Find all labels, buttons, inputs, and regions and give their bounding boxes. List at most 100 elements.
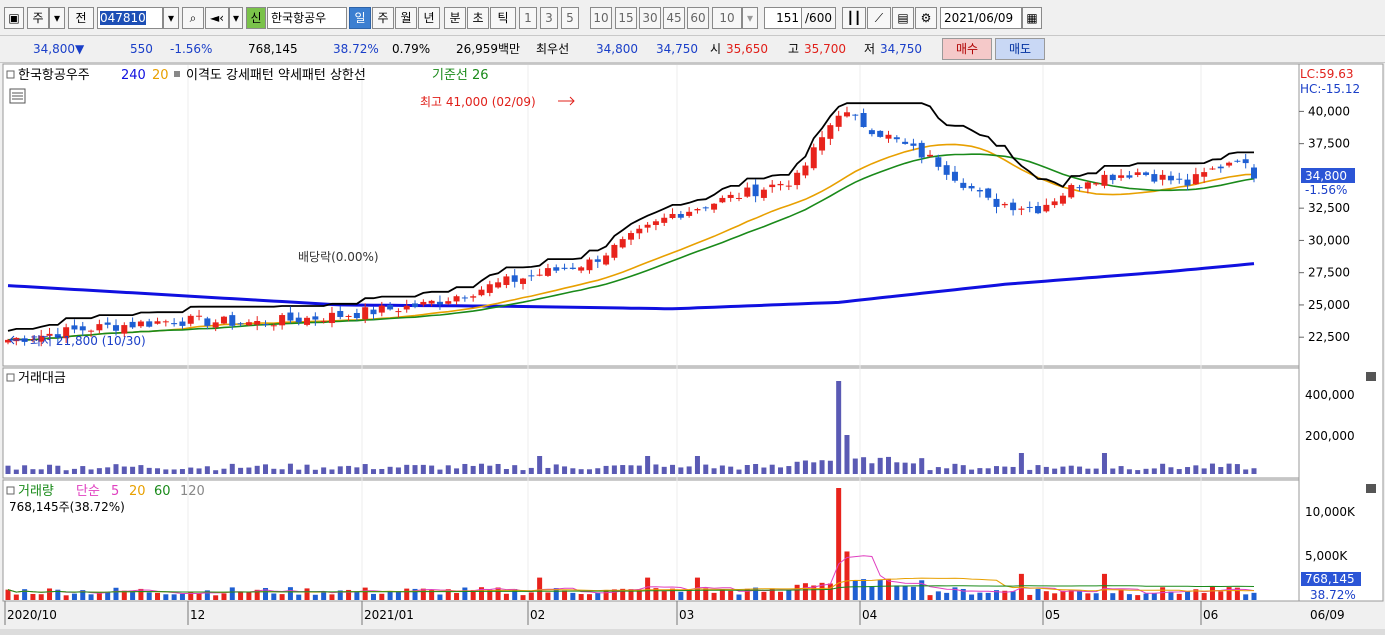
volume-bar <box>71 593 77 600</box>
period-month-tab[interactable]: 월 <box>395 7 417 29</box>
candle-body <box>461 297 468 299</box>
amount-bar <box>877 457 883 474</box>
stock-code-dropdown-icon[interactable]: ▾ <box>163 7 179 29</box>
calculator-icon[interactable] <box>9 88 26 104</box>
candle-body <box>337 310 344 317</box>
ma20-legend: 20 <box>152 68 169 83</box>
prev-button[interactable]: 전 <box>68 7 94 29</box>
period-week-tab[interactable]: 주 <box>372 7 394 29</box>
candle-add-icon[interactable]: ┃┃ <box>842 7 866 29</box>
volume-bar <box>1218 591 1224 600</box>
volume-bar <box>196 593 202 600</box>
sound-icon[interactable]: ◄‹ <box>205 7 229 29</box>
amount-bar <box>221 468 227 474</box>
amount-bar <box>786 466 792 474</box>
candle-body <box>1001 203 1008 206</box>
gear-icon[interactable]: ⚙ <box>915 7 937 29</box>
interval-1-button[interactable]: 1 <box>519 7 537 29</box>
amount-bar <box>80 466 86 474</box>
amount-bar <box>578 469 584 474</box>
amount-bar <box>678 467 684 474</box>
amount-bar <box>1168 467 1174 474</box>
candle-body <box>544 268 551 276</box>
buy-button[interactable]: 매수 <box>942 38 992 60</box>
trendline-icon[interactable]: ⟋ <box>867 7 891 29</box>
interval-15-button[interactable]: 15 <box>615 7 637 29</box>
x-tick-label: 2021/01 <box>364 608 414 622</box>
interval-60-button[interactable]: 60 <box>687 7 709 29</box>
period-tick-tab[interactable]: 틱 <box>490 7 516 29</box>
interval-30-button[interactable]: 30 <box>639 7 661 29</box>
volume-bar <box>362 587 368 600</box>
interval-10-button[interactable]: 10 <box>590 7 612 29</box>
candle-body <box>428 300 435 304</box>
amount-bar <box>487 465 493 474</box>
volume-bar <box>910 586 916 600</box>
candle-body <box>453 296 460 302</box>
market-mode-button[interactable]: 주 <box>27 7 49 29</box>
amount-bar <box>952 463 958 474</box>
amount-bar <box>296 469 302 474</box>
period-day-tab[interactable]: 일 <box>349 7 371 29</box>
interval-3-button[interactable]: 3 <box>540 7 558 29</box>
interval-45-button[interactable]: 45 <box>663 7 685 29</box>
candle-body <box>270 325 277 327</box>
high-marker-label: 최고 41,000 (02/09) <box>420 95 536 109</box>
candle-body <box>96 324 103 331</box>
amount-bar <box>728 466 734 474</box>
amount-bar <box>836 381 842 474</box>
volume-bar <box>1085 593 1091 600</box>
amount-panel-close-icon[interactable] <box>1366 372 1376 381</box>
amount-bar <box>163 469 169 474</box>
candle-body <box>603 255 610 265</box>
stock-code-input[interactable]: 047810 <box>97 7 163 29</box>
candle-body <box>985 188 992 198</box>
candle-body <box>129 321 136 328</box>
candle-body <box>1076 187 1083 189</box>
interval-custom-input[interactable]: 10 <box>712 7 742 29</box>
indicator-legend: 이격도 강세패턴 약세패턴 상한선 <box>186 68 366 83</box>
period-minute-tab[interactable]: 분 <box>444 7 466 29</box>
x-axis: 2020/10 12 2021/01 02 03 04 05 06 06/09 <box>4 601 1345 625</box>
volume-bar <box>329 594 335 600</box>
date-input[interactable]: 2021/06/09 <box>940 7 1022 29</box>
candle-body <box>569 267 576 269</box>
sell-button[interactable]: 매도 <box>995 38 1045 60</box>
amount-bar <box>96 468 102 474</box>
amount-bar <box>179 469 185 474</box>
interval-dropdown-icon[interactable]: ▾ <box>742 7 758 29</box>
volume-bar <box>370 593 376 600</box>
calendar-icon[interactable]: ▦ <box>1022 7 1042 29</box>
window-menu-icon[interactable]: ▣ <box>4 7 24 29</box>
interval-5-button[interactable]: 5 <box>561 7 579 29</box>
period-year-tab[interactable]: 년 <box>418 7 440 29</box>
stock-name-field[interactable]: 한국항공우 <box>267 7 347 29</box>
amount-bar <box>736 469 742 474</box>
candle-body <box>262 324 269 326</box>
amount-bar <box>1035 465 1041 474</box>
sound-dropdown-icon[interactable]: ▾ <box>229 7 243 29</box>
amount-bar <box>229 463 235 474</box>
amount-bar <box>238 467 244 474</box>
volume-bar <box>686 590 692 600</box>
volume-panel-close-icon[interactable] <box>1366 484 1376 493</box>
save-icon[interactable]: ▤ <box>892 7 914 29</box>
candle-body <box>976 189 983 192</box>
candle-body <box>112 325 119 331</box>
amount-bar <box>620 465 626 474</box>
amount-bar <box>47 464 53 474</box>
x-tick-label: 12 <box>190 608 205 622</box>
search-icon[interactable]: ⌕ <box>182 7 204 29</box>
period-second-tab[interactable]: 초 <box>467 7 489 29</box>
horizontal-scrollbar[interactable] <box>0 629 1385 635</box>
market-mode-dropdown-icon[interactable]: ▾ <box>49 7 65 29</box>
candle-body <box>295 317 302 323</box>
amount-bar <box>113 464 119 474</box>
volume-tick-10000k: 10,000K <box>1305 505 1356 519</box>
stock-chart[interactable]: 한국항공우주 240 20 이격도 강세패턴 약세패턴 상한선 기준선 26 L… <box>0 63 1385 635</box>
amount-bar <box>38 469 44 474</box>
count-input[interactable]: 151 <box>764 7 802 29</box>
amount-bar <box>146 467 152 474</box>
amount-bar <box>22 465 28 474</box>
amount-bar <box>321 467 327 474</box>
